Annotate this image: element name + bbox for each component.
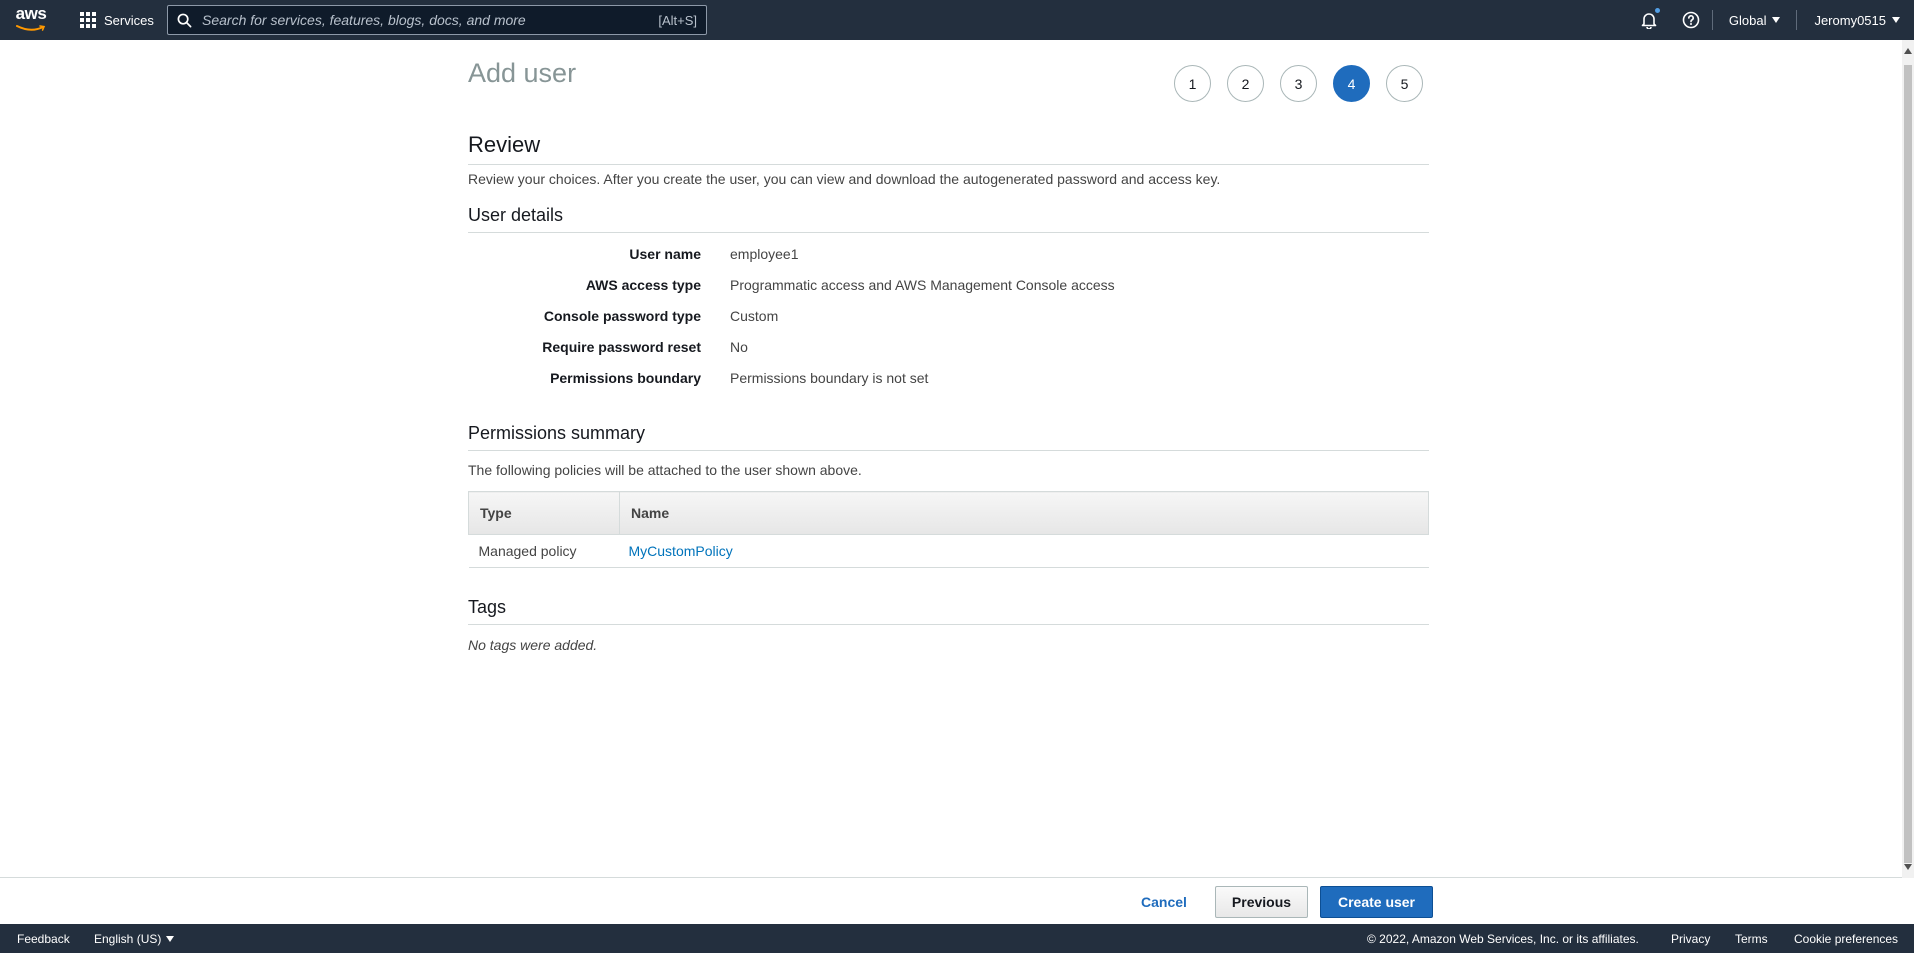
detail-key: User name [629, 245, 701, 262]
permissions-table: Type Name Managed policy MyCustomPolicy [468, 491, 1429, 568]
detail-key: Permissions boundary [550, 369, 701, 386]
scrollbar-thumb[interactable] [1904, 65, 1912, 863]
caret-down-icon [1892, 17, 1900, 23]
aws-logo[interactable]: aws [14, 4, 48, 32]
no-tags-message: No tags were added. [468, 637, 598, 653]
detail-row: AWS access type Programmatic access and … [468, 269, 1429, 300]
column-header-type: Type [468, 491, 620, 535]
page-title: Add user [468, 58, 577, 88]
cookie-preferences-link[interactable]: Cookie preferences [1794, 924, 1898, 953]
search-input[interactable] [202, 12, 659, 28]
detail-row: Permissions boundary Permissions boundar… [468, 362, 1429, 393]
search-shortcut-hint: [Alt+S] [658, 12, 697, 28]
aws-smile-icon [16, 25, 46, 31]
notifications-button[interactable] [1628, 0, 1670, 40]
tags-heading: Tags [468, 597, 1429, 625]
region-label: Global [1728, 12, 1767, 28]
step-3[interactable]: 3 [1280, 65, 1317, 102]
language-selector[interactable]: English (US) [94, 924, 175, 953]
detail-row: User name employee1 [468, 238, 1429, 269]
detail-value: Programmatic access and AWS Management C… [730, 276, 1115, 293]
detail-row: Console password type Custom [468, 300, 1429, 331]
detail-row: Require password reset No [468, 331, 1429, 362]
step-4-current[interactable]: 4 [1333, 65, 1370, 102]
services-label: Services [104, 12, 154, 28]
detail-key: Require password reset [542, 338, 701, 355]
bell-icon [1641, 13, 1657, 29]
policy-link[interactable]: MyCustomPolicy [629, 543, 733, 559]
detail-key: Console password type [543, 307, 701, 324]
aws-logo-text: aws [15, 4, 47, 23]
detail-value: No [730, 338, 748, 355]
detail-value: Permissions boundary is not set [730, 369, 929, 386]
top-navigation: aws Services [Alt+S] [0, 0, 1914, 40]
help-icon [1682, 11, 1700, 29]
services-menu-button[interactable]: Services [80, 0, 154, 40]
column-header-name: Name [619, 491, 1429, 535]
review-description: Review your choices. After you create th… [468, 171, 1221, 187]
detail-key: AWS access type [585, 276, 701, 293]
terms-link[interactable]: Terms [1735, 924, 1768, 953]
region-selector[interactable]: Global [1713, 0, 1797, 40]
language-label: English (US) [94, 931, 162, 946]
detail-value: employee1 [730, 245, 799, 262]
cancel-button[interactable]: Cancel [1130, 886, 1198, 918]
policy-name-cell: MyCustomPolicy [619, 534, 1429, 568]
previous-button[interactable]: Previous [1215, 886, 1308, 918]
main-content-area: Add user 1 2 3 4 5 Review Review your ch… [0, 40, 1902, 878]
table-row: Managed policy MyCustomPolicy [468, 534, 1429, 568]
wizard-action-bar: Cancel Previous Create user [0, 877, 1902, 924]
search-icon [177, 13, 192, 27]
detail-value: Custom [730, 307, 779, 324]
user-details-heading: User details [468, 205, 1429, 233]
search-box[interactable]: [Alt+S] [167, 5, 707, 35]
caret-down-icon [166, 935, 175, 942]
account-name: Jeromy0515 [1814, 12, 1886, 28]
step-5[interactable]: 5 [1386, 65, 1423, 102]
copyright-text: © 2022, Amazon Web Services, Inc. or its… [1367, 931, 1639, 946]
feedback-link[interactable]: Feedback [17, 924, 70, 953]
permissions-description: The following policies will be attached … [468, 462, 862, 478]
step-1[interactable]: 1 [1174, 65, 1211, 102]
help-button[interactable] [1670, 0, 1712, 40]
policy-type-cell: Managed policy [468, 534, 620, 568]
vertical-scrollbar[interactable] [1902, 40, 1914, 878]
caret-down-icon [1772, 17, 1781, 23]
scroll-down-arrow-icon[interactable] [1904, 864, 1912, 870]
step-2[interactable]: 2 [1227, 65, 1264, 102]
create-user-button[interactable]: Create user [1320, 886, 1433, 918]
grid-icon [80, 12, 96, 28]
scroll-up-arrow-icon[interactable] [1904, 48, 1912, 54]
table-header-row: Type Name [468, 491, 1429, 535]
account-menu[interactable]: Jeromy0515 [1797, 0, 1914, 40]
permissions-summary-heading: Permissions summary [468, 423, 1429, 451]
review-heading: Review [468, 132, 1429, 165]
wizard-steps: 1 2 3 4 5 [1174, 65, 1423, 102]
user-details-list: User name employee1 AWS access type Prog… [468, 238, 1429, 393]
nav-right-group: Global Jeromy0515 [1628, 0, 1914, 40]
notification-dot [1654, 8, 1660, 13]
privacy-link[interactable]: Privacy [1671, 924, 1710, 953]
console-footer: Feedback English (US) © 2022, Amazon Web… [0, 924, 1914, 953]
